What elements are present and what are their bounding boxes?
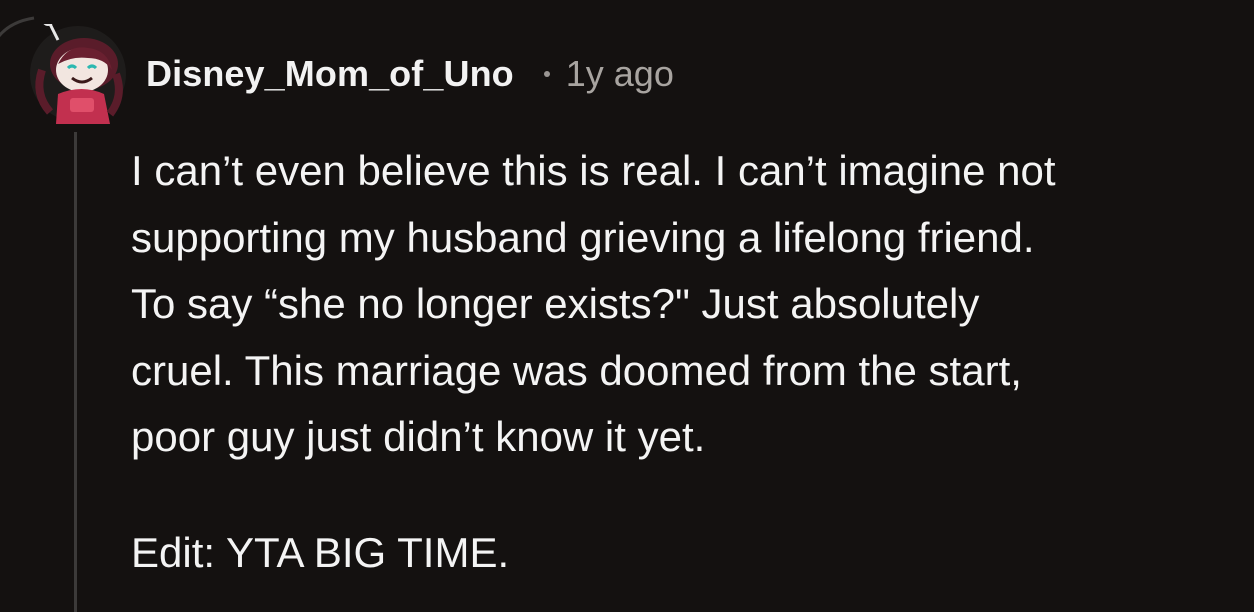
thread-line[interactable]	[74, 132, 77, 612]
username-link[interactable]: Disney_Mom_of_Uno	[146, 53, 514, 95]
separator-dot	[543, 71, 550, 77]
comment-edit-note: Edit: YTA BIG TIME.	[131, 529, 510, 576]
comment-line: To say “she no longer exists?" Just abso…	[131, 280, 980, 327]
comment-line: poor guy just didn’t know it yet.	[131, 413, 706, 460]
comment-line: I can’t even believe this is real. I can…	[131, 147, 1056, 194]
avatar[interactable]	[28, 24, 128, 124]
comment-header: Disney_Mom_of_Uno 1y ago	[146, 50, 674, 98]
comment-body: I can’t even believe this is real. I can…	[131, 138, 1231, 471]
comment-line: supporting my husband grieving a lifelon…	[131, 213, 1035, 261]
timestamp[interactable]: 1y ago	[566, 53, 674, 95]
comment-line: cruel. This marriage was doomed from the…	[131, 346, 1022, 394]
